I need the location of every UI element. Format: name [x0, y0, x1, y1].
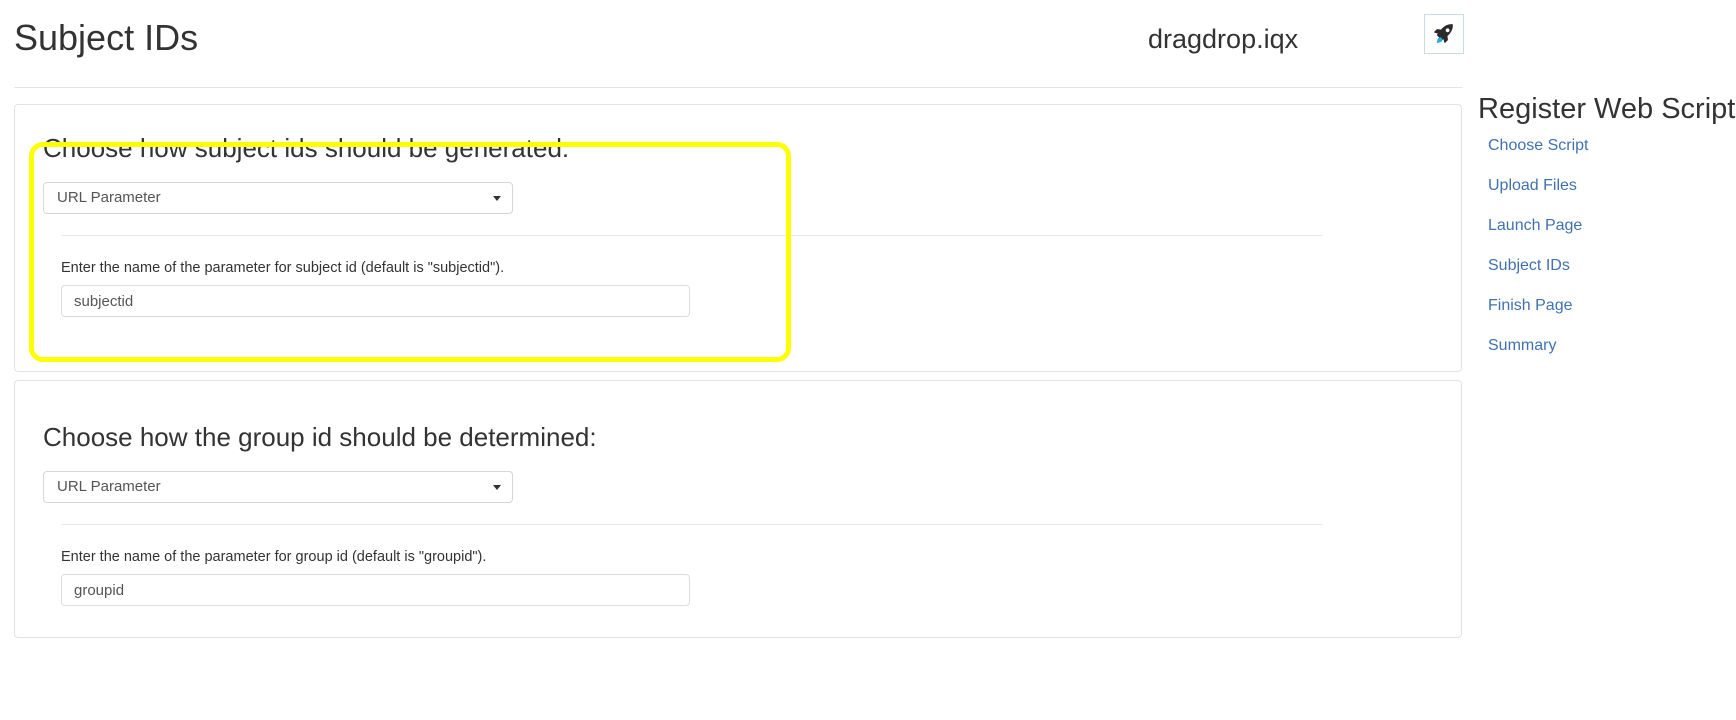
page-header: Subject IDs dragdrop.iqx: [0, 0, 1736, 88]
sidebar-item-choose-script[interactable]: Choose Script: [1488, 136, 1728, 156]
chevron-down-icon: [493, 485, 501, 490]
app-root: Subject IDs dragdrop.iqx Choose how subj…: [0, 0, 1736, 720]
wizard-sidebar: Register Web Script Choose Script Upload…: [1470, 88, 1736, 720]
script-name-label: dragdrop.iqx: [1148, 24, 1299, 54]
subject-id-param-label: Enter the name of the parameter for subj…: [61, 260, 505, 276]
sidebar-item-launch-page[interactable]: Launch Page: [1488, 216, 1728, 236]
subject-id-section-divider: [61, 235, 1323, 236]
page-title: Subject IDs: [14, 17, 199, 58]
group-id-method-select[interactable]: URL Parameter: [43, 471, 513, 503]
rocket-icon[interactable]: [1424, 14, 1464, 54]
chevron-down-icon: [493, 196, 501, 201]
main-content: Choose how subject ids should be generat…: [0, 88, 1470, 720]
group-id-param-label: Enter the name of the parameter for grou…: [61, 549, 487, 565]
sidebar-item-subject-ids[interactable]: Subject IDs: [1488, 256, 1728, 276]
subject-id-method-select[interactable]: URL Parameter: [43, 182, 513, 214]
sidebar-item-upload-files[interactable]: Upload Files: [1488, 176, 1728, 196]
group-id-section-divider: [61, 524, 1323, 525]
subject-id-param-input[interactable]: [61, 285, 690, 317]
subject-id-heading: Choose how subject ids should be generat…: [43, 133, 570, 163]
sidebar-item-summary[interactable]: Summary: [1488, 336, 1728, 356]
group-id-heading: Choose how the group id should be determ…: [43, 422, 597, 452]
group-id-panel: Choose how the group id should be determ…: [14, 380, 1462, 638]
sidebar-title: Register Web Script: [1478, 93, 1736, 125]
subject-id-method-value: URL Parameter: [57, 189, 161, 206]
sidebar-nav-list: Choose Script Upload Files Launch Page S…: [1488, 136, 1728, 376]
subject-id-panel: Choose how subject ids should be generat…: [14, 104, 1462, 372]
group-id-param-input[interactable]: [61, 574, 690, 606]
sidebar-item-finish-page[interactable]: Finish Page: [1488, 296, 1728, 316]
group-id-method-value: URL Parameter: [57, 478, 161, 495]
